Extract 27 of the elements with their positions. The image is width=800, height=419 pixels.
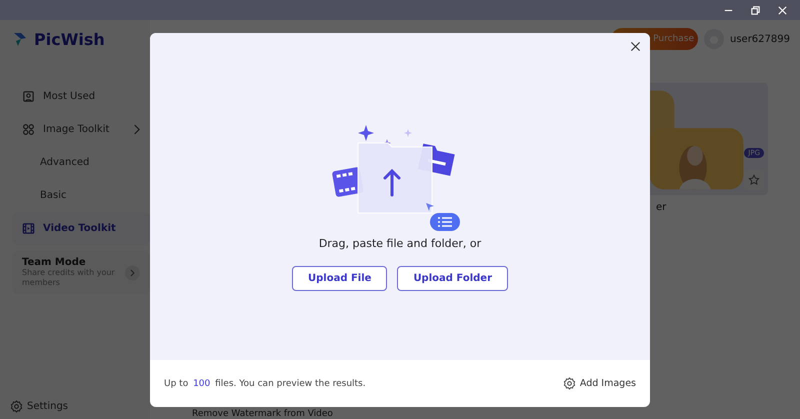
settings-icon	[10, 400, 23, 413]
drop-prompt: Drag, paste file and folder, or	[318, 237, 482, 250]
upload-button[interactable]: Upload Folder	[397, 266, 508, 291]
add-images-button[interactable]: Add Images	[562, 377, 636, 390]
close-icon	[630, 41, 641, 52]
film-icon	[22, 222, 35, 235]
settings-icon	[562, 377, 576, 390]
username[interactable]: user627899	[730, 34, 790, 44]
restore-icon	[750, 4, 761, 16]
sidebar-item[interactable]: Most Used	[12, 80, 150, 113]
upload-button[interactable]: Upload File	[292, 266, 388, 291]
sidebar-item[interactable]: Image Toolkit	[12, 113, 150, 146]
card-title: er	[656, 202, 666, 213]
portrait-icon	[22, 90, 35, 103]
grid-icon	[22, 123, 35, 136]
file-limit-note: Up to 100 files. You can preview the results.	[164, 378, 366, 388]
team-title: Team Mode	[22, 257, 87, 268]
sidebar-item[interactable]: Advanced	[12, 146, 150, 179]
settings-link[interactable]: Settings	[10, 400, 150, 413]
app-logo: PicWish	[34, 30, 105, 48]
sidebar-item[interactable]: Basic	[12, 179, 150, 212]
close-button[interactable]	[630, 41, 642, 53]
star-icon	[748, 174, 760, 186]
tool-title: Remove Watermark from Video	[192, 409, 333, 419]
chevron-icon	[125, 262, 140, 282]
close-icon	[777, 4, 788, 16]
logo-icon	[12, 30, 28, 48]
